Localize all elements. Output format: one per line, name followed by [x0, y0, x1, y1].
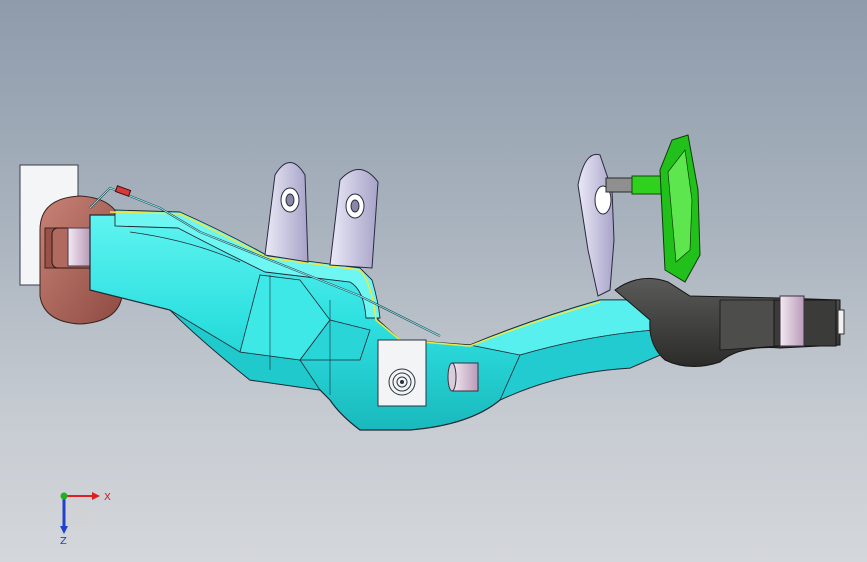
y-axis-dot: [60, 492, 68, 500]
green-mount[interactable]: [659, 134, 701, 283]
z-axis-label: Z: [60, 536, 67, 547]
z-axis-arrow: [60, 526, 68, 534]
right-bracket[interactable]: [577, 153, 663, 297]
center-bushing[interactable]: [447, 362, 479, 392]
upper-bracket-right[interactable]: [329, 169, 379, 269]
crossmember-body[interactable]: [89, 209, 661, 431]
upper-bracket-left[interactable]: [264, 162, 309, 263]
cad-model[interactable]: [0, 0, 867, 562]
x-axis-arrow: [92, 492, 100, 500]
coordinate-triad: X Z: [60, 492, 111, 547]
x-axis-label: X: [104, 492, 111, 503]
graphics-viewport[interactable]: X Z: [0, 0, 867, 562]
center-mount-plate[interactable]: [377, 339, 427, 407]
